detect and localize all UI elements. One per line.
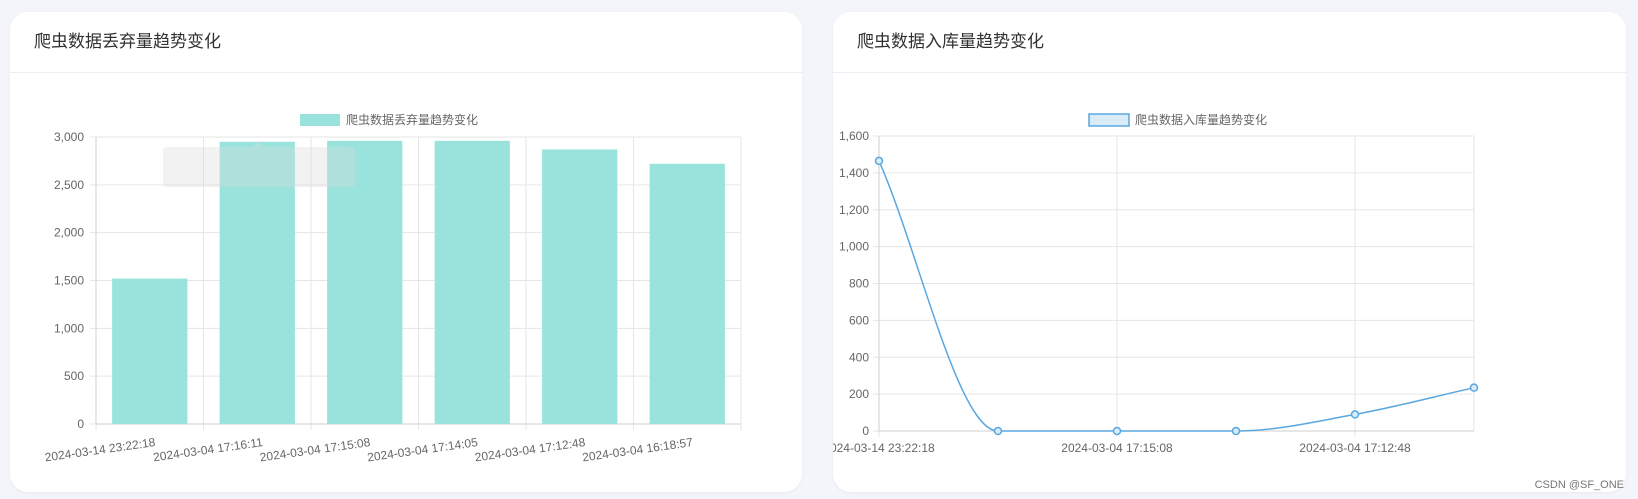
x-tick-label: 2024-03-04 16:18:57 [581,435,694,464]
y-tick-label: 1,500 [54,274,84,288]
data-point [1231,426,1241,436]
y-tick-label: 600 [849,313,869,327]
data-point [1469,383,1479,392]
series-line [878,160,1475,432]
bar [649,163,725,424]
x-tick-label: 2024-03-04 17:12:48 [474,435,587,464]
chart-legend: 爬虫数据丢弃量趋势变化 [300,112,478,127]
data-point [1350,410,1360,419]
y-tick-label: 0 [862,424,869,438]
store-trend-card: 爬虫数据入库量趋势变化 0 200 400 600 800 1,000 1,200 1,400… [833,12,1626,492]
x-tick-label: 2024-03-04 17:12:48 [1299,441,1411,455]
y-tick-label: 500 [64,369,84,383]
y-tick-label: 1,000 [839,240,869,254]
y-tick-label: 1,000 [54,321,84,335]
bar [542,149,618,424]
tooltip-overlay [163,147,355,187]
x-tick-label: 2024-03-14 23:22:18 [833,441,935,455]
y-tick-label: 800 [849,277,869,291]
y-tick-label: 1,400 [839,166,869,180]
watermark: CSDN @SF_ONE [1534,479,1624,491]
data-point [874,156,884,166]
x-tick-label: 2024-03-04 17:14:05 [366,435,479,464]
data-point [993,426,1003,436]
y-tick-label: 1,600 [839,129,869,143]
bar [434,140,510,424]
y-tick-label: 3,000 [54,130,84,144]
x-tick-label: 2024-03-04 17:15:08 [1061,441,1173,455]
legend-swatch [1088,113,1130,127]
x-tick-label: 2024-03-04 17:16:11 [152,435,264,464]
bar [112,278,188,424]
legend-swatch [300,114,340,126]
y-tick-label: 2,000 [54,226,84,240]
y-tick-label: 200 [849,387,869,401]
x-tick-label: 2024-03-04 17:15:08 [259,435,372,464]
data-point [1112,426,1122,436]
y-tick-label: 0 [77,417,84,431]
y-tick-label: 1,200 [839,203,869,217]
y-tick-label: 400 [849,350,869,364]
y-tick-label: 2,500 [54,178,84,192]
legend-label: 爬虫数据入库量趋势变化 [1135,112,1267,127]
drop-trend-card: 爬虫数据丢弃量趋势变化 0 500 1,000 1,500 2,000 2,500 3,00… [10,12,802,492]
store-trend-header: 爬虫数据入库量趋势变化 [833,12,1626,73]
drop-trend-header: 爬虫数据丢弃量趋势变化 [10,12,802,73]
chart-legend: 爬虫数据入库量趋势变化 [1088,112,1267,127]
store-trend-chart: 0 200 400 600 800 1,000 1,200 1,400 1,600 2024-03… [833,112,1479,455]
drop-trend-chart: 0 500 1,000 1,500 2,000 2,500 3,000 2024-03-14 … [44,112,742,464]
x-tick-label: 2024-03-14 23:22:18 [44,435,157,464]
legend-label: 爬虫数据丢弃量趋势变化 [346,112,478,127]
